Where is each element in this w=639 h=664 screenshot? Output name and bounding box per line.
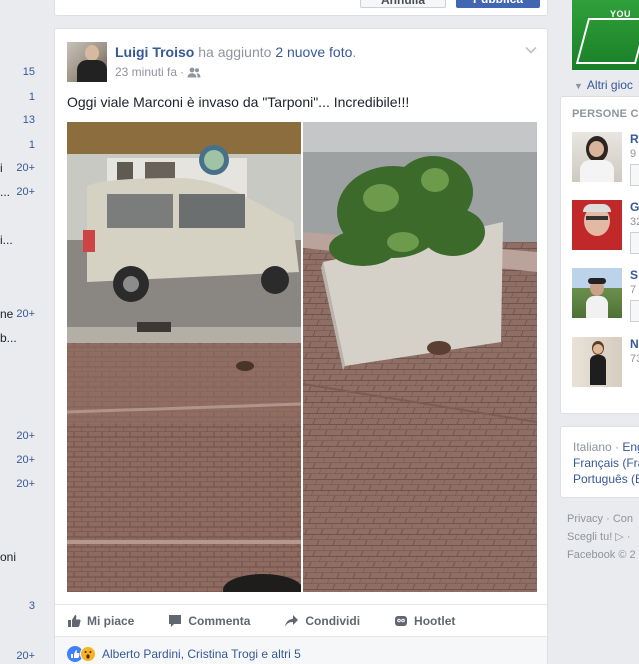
count-badge[interactable]: 20+: [0, 478, 35, 490]
likes-text[interactable]: Alberto Pardini, Cristina Trogi e altri …: [102, 647, 301, 661]
share-label: Condividi: [305, 613, 361, 628]
planter-photo-image: [303, 122, 537, 592]
right-sidebar: YOU ▼Altri gioc PERSONE CI R 9 G 32 S: [560, 0, 639, 664]
post-message: Oggi viale Marconi è invaso da "Tarponi"…: [67, 94, 410, 110]
thumbs-up-icon: [68, 614, 81, 627]
count-badge[interactable]: 1: [0, 139, 35, 151]
reactions-summary[interactable]: Alberto Pardini, Cristina Trogi e altri …: [55, 636, 547, 664]
count-badge[interactable]: 20+: [0, 650, 35, 662]
period: .: [352, 44, 357, 60]
game-ad-banner[interactable]: YOU: [572, 0, 639, 70]
person-avatar[interactable]: [572, 132, 622, 182]
count-badge[interactable]: 20+: [0, 186, 35, 198]
feed-post: Luigi Troiso ha aggiunto 2 nuove foto. 2…: [54, 28, 549, 664]
suggested-person[interactable]: N 73: [572, 337, 639, 389]
comment-icon: [169, 614, 182, 627]
person-avatar[interactable]: [572, 337, 622, 387]
hootlet-icon: [395, 615, 408, 626]
count-badge[interactable]: 20+: [0, 308, 35, 320]
street-photo-image: [67, 122, 301, 592]
language-selector-box: Italiano · Engl Français (Fra Português …: [560, 426, 639, 498]
mutual-friends-count: 7: [630, 284, 637, 296]
post-photo-street[interactable]: [67, 122, 301, 592]
meta-separator: ·: [180, 65, 185, 79]
post-header: Luigi Troiso ha aggiunto 2 nuove foto.: [115, 44, 356, 60]
sidebar-item-label[interactable]: b...: [0, 331, 17, 345]
add-friend-button[interactable]: [630, 164, 639, 186]
count-badge[interactable]: 20+: [0, 162, 35, 174]
count-badge[interactable]: 3: [0, 600, 35, 612]
game-banner-text: YOU: [610, 9, 632, 19]
mutual-friends-count: 32: [630, 216, 639, 228]
cancel-button[interactable]: Annulla: [360, 0, 446, 8]
footer-links[interactable]: Privacy · Con: [567, 510, 636, 528]
sidebar-item-label[interactable]: i...: [0, 233, 13, 247]
count-badge[interactable]: 20+: [0, 454, 35, 466]
copyright: Facebook © 2: [567, 549, 636, 561]
left-sidebar: 15 1 13 1 i 20+ ... 20+ i... ne 20+ b...…: [0, 0, 48, 664]
author-avatar[interactable]: [67, 42, 107, 82]
other-games-label: Altri gioc: [586, 78, 633, 92]
share-icon: [285, 614, 299, 627]
like-button[interactable]: Mi piace: [67, 614, 134, 628]
avatar-head: [85, 45, 99, 61]
hootlet-label: Hootlet: [414, 613, 456, 628]
person-name[interactable]: N: [630, 337, 639, 351]
count-badge[interactable]: 1: [0, 91, 35, 103]
wow-reaction-icon: [80, 646, 96, 662]
language-link-french[interactable]: Français (Fra: [573, 455, 639, 471]
photos-link[interactable]: 2 nuove foto: [275, 44, 352, 60]
add-friend-button[interactable]: [630, 300, 639, 322]
chevron-down-icon[interactable]: [525, 42, 537, 54]
avatar-body: [77, 60, 107, 82]
caret-down-icon: ▼: [574, 81, 583, 91]
share-button[interactable]: Condividi: [284, 614, 360, 628]
person-avatar[interactable]: [572, 200, 622, 250]
mutual-friends-count: 73: [630, 353, 639, 365]
language-line: Italiano · Engl: [573, 439, 639, 455]
page-footer: Privacy · Con Scegli tu! ▷ · Facebook © …: [567, 510, 636, 564]
language-separator: ·: [611, 440, 623, 454]
like-label: Mi piace: [87, 613, 135, 628]
person-name[interactable]: R: [630, 132, 639, 146]
author-name-link[interactable]: Luigi Troiso: [115, 44, 194, 60]
mutual-friends-count: 9: [630, 148, 637, 160]
language-link-english[interactable]: Engl: [622, 440, 639, 454]
comment-button[interactable]: Commenta: [168, 614, 250, 628]
people-section-title: PERSONE CI: [572, 108, 639, 120]
post-photo-planter[interactable]: [303, 122, 537, 592]
suggested-person[interactable]: S 7: [572, 268, 639, 322]
person-name[interactable]: S: [630, 268, 638, 282]
suggested-person[interactable]: R 9: [572, 132, 639, 186]
friends-icon[interactable]: [187, 67, 201, 78]
post-meta: 23 minuti fa ·: [115, 65, 201, 79]
post-timestamp[interactable]: 23 minuti fa: [115, 65, 177, 79]
hootlet-button[interactable]: Hootlet: [394, 614, 455, 628]
count-badge[interactable]: 20+: [0, 430, 35, 442]
count-badge[interactable]: 13: [0, 114, 35, 126]
publish-button[interactable]: Pubblica: [456, 0, 540, 8]
add-friend-button[interactable]: [630, 232, 639, 254]
post-action-text: ha aggiunto: [194, 44, 276, 60]
language-link-portuguese[interactable]: Português (B: [573, 471, 639, 487]
person-name[interactable]: G: [630, 200, 639, 214]
suggested-person[interactable]: G 32: [572, 200, 639, 254]
tennis-court-graphic: [575, 18, 639, 64]
ad-choices-link[interactable]: Scegli tu! ▷ ·: [567, 528, 636, 546]
sidebar-item-label[interactable]: oni: [0, 550, 16, 564]
post-action-bar: Mi piace Commenta Condividi Hootlet: [55, 604, 549, 636]
person-avatar[interactable]: [572, 268, 622, 318]
current-language: Italiano: [573, 440, 612, 454]
comment-label: Commenta: [188, 613, 251, 628]
other-games-link[interactable]: ▼ Altri gioc: [574, 78, 633, 92]
count-badge[interactable]: 15: [0, 66, 35, 78]
